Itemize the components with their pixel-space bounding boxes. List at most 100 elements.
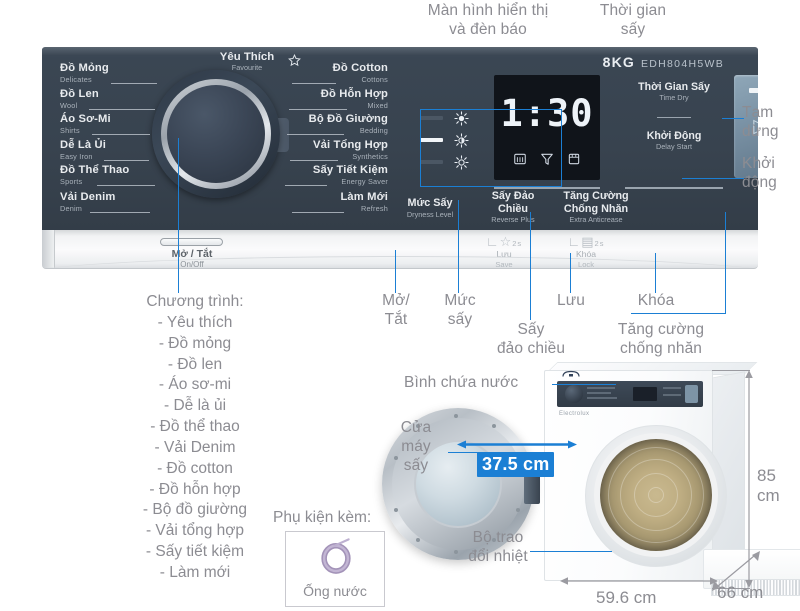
program-right-3[interactable]: Vải Tổng Hợp Synthetics <box>313 139 388 161</box>
lock-hold-time: 2s <box>594 239 605 248</box>
save-button[interactable]: ∟☆2s Lưu Save <box>472 234 536 269</box>
door-screw <box>492 424 496 428</box>
program-list-item: - Vải Denim <box>154 438 236 456</box>
extra-anticrease-button[interactable]: Tăng Cường Chống Nhăn Extra Anticrease <box>548 190 644 224</box>
knob-outer-ring <box>152 70 280 198</box>
program-left-2[interactable]: Áo Sơ-Mi Shirts <box>60 113 111 135</box>
time-dry-button[interactable]: Thời Gian Sấy Time Dry <box>627 81 721 102</box>
dryness-level-button[interactable]: Mức Sấy Dryness Level <box>388 197 472 219</box>
program-dash-r0 <box>292 83 336 85</box>
sun-icon-low <box>454 155 469 170</box>
leader-water-tank <box>552 384 616 386</box>
annotation-display: Màn hình hiển thị và đèn báo <box>427 2 549 38</box>
program-right-4-vn: Sấy Tiết Kiệm <box>312 164 388 176</box>
program-left-4[interactable]: Đồ Thể Thao Sports <box>60 164 129 186</box>
program-dash-l0 <box>111 83 157 85</box>
reverse-plus-en: Reverse Plus <box>491 215 535 225</box>
panel-edge-tab <box>42 230 55 268</box>
model-badge: 8KG EDH804H5WB <box>603 54 724 70</box>
program-dash-l2 <box>92 134 150 136</box>
sun-icon-mid <box>454 133 469 148</box>
door-screw <box>516 508 520 512</box>
leader-dryness <box>458 200 460 293</box>
callout-display-left <box>420 109 422 187</box>
favourite-label-en: Favourite <box>231 63 263 72</box>
lock-label-en: Lock <box>577 259 595 269</box>
program-right-1[interactable]: Đồ Hỗn Hợp Mixed <box>321 88 388 110</box>
reverse-plus-button[interactable]: Sấy Đảo Chiều Reverse Plus <box>480 190 546 224</box>
power-label: Mở / Tắt On/Off <box>146 248 238 268</box>
door-screw <box>454 414 458 418</box>
annotation-water-tank: Bình chứa nước <box>404 374 519 391</box>
display-status-icons <box>494 152 600 166</box>
program-dash-r1 <box>289 109 347 111</box>
program-left-5[interactable]: Vải Denim Denim <box>60 191 115 213</box>
callout-display-bottom <box>420 186 562 188</box>
leader-save <box>570 253 572 293</box>
dryness-bar-low <box>420 160 443 165</box>
time-dry-en: Time Dry <box>659 93 689 102</box>
heat-icon <box>514 153 526 165</box>
annotation-pause: Tạm dừng <box>742 104 779 140</box>
program-left-5-vn: Vải Denim <box>60 191 116 203</box>
program-right-2[interactable]: Bộ Đồ Giường Bedding <box>309 113 388 135</box>
height-ext-top <box>712 370 750 371</box>
knob-face <box>167 85 265 183</box>
lcd-display: 1:30 <box>494 75 600 180</box>
program-dash-r4 <box>285 185 327 187</box>
annotation-lock: Khóa <box>637 292 675 309</box>
leader-lock <box>655 253 657 293</box>
favourite-label: Yêu Thích Favourite <box>192 51 302 72</box>
dryness-level-indicator[interactable] <box>420 110 480 172</box>
annotation-door: Cửa máy sấy <box>400 419 432 474</box>
program-list-item: - Đồ hỗn hợp <box>149 480 241 498</box>
delay-start-en: Delay Start <box>655 142 693 151</box>
program-right-0[interactable]: Đồ Cotton Cottons <box>333 62 388 84</box>
program-left-2-vn: Áo Sơ-Mi <box>60 113 111 125</box>
program-right-5[interactable]: Làm Mới Refresh <box>340 191 388 213</box>
door-screw <box>394 508 398 512</box>
leader-anticrease-h <box>631 313 726 315</box>
dryer-body: Electrolux 10 YEAR <box>544 370 800 596</box>
power-button[interactable] <box>160 238 223 246</box>
program-list-item: - Dễ là ủi <box>163 397 227 415</box>
time-dry-vn: Thời Gian Sấy <box>638 81 710 93</box>
leader-start <box>682 178 744 180</box>
delay-start-button[interactable]: Khởi Động Delay Start <box>627 130 721 151</box>
model-number: EDH804H5WB <box>640 58 724 70</box>
program-left-3[interactable]: Dễ Là Ủi Easy Iron <box>60 139 106 161</box>
leader-door <box>448 452 486 454</box>
program-dash-r2 <box>287 134 344 136</box>
width-label: 59.6 cm <box>596 588 657 607</box>
depth-label: 66 cm <box>717 583 764 602</box>
program-left-1[interactable]: Đồ Len Wool <box>60 88 99 110</box>
program-dash-l4 <box>97 185 155 187</box>
mid-underline <box>625 187 723 189</box>
lock-label-vn: Khóa <box>575 249 597 259</box>
accessory-title: Phụ kiện kèm: <box>273 509 372 526</box>
drum-depth-label: 37.5 cm <box>477 452 555 477</box>
lock-button[interactable]: ∟▤2s Khóa Lock <box>554 234 618 269</box>
reverse-plus-vn: Sấy Đảo Chiều <box>491 190 535 215</box>
drum-interior <box>594 433 718 557</box>
drum-ring-4 <box>648 487 664 503</box>
program-selector-knob[interactable] <box>152 70 289 198</box>
program-list-item: - Đồ mỏng <box>158 334 232 352</box>
save-label-en: Save <box>495 259 513 269</box>
program-right-4[interactable]: Sấy Tiết Kiệm Energy Saver <box>313 164 388 186</box>
save-hold-time: 2s <box>512 239 523 248</box>
dryer-cp-text-3 <box>587 397 617 399</box>
height-label: 85 cm <box>757 466 780 505</box>
dryness-bar-mid-active <box>420 138 443 143</box>
program-list-item: - Bộ đồ giường <box>142 501 248 519</box>
annotation-power: Mở/ Tắt <box>382 292 410 328</box>
width-dimension-arrow <box>560 577 718 585</box>
program-list-item: - Đồ cotton <box>157 459 233 477</box>
save-glyph: ∟☆2s <box>485 234 523 249</box>
program-left-0[interactable]: Đồ Mỏng Delicates <box>60 62 109 84</box>
annotation-drying-time: Thời gian sấy <box>599 2 667 38</box>
program-right-5-en: Refresh <box>361 203 388 213</box>
program-left-4-vn: Đồ Thể Thao <box>60 164 130 176</box>
leader-pause <box>722 118 744 120</box>
program-list-item: - Áo sơ-mi <box>158 376 232 394</box>
